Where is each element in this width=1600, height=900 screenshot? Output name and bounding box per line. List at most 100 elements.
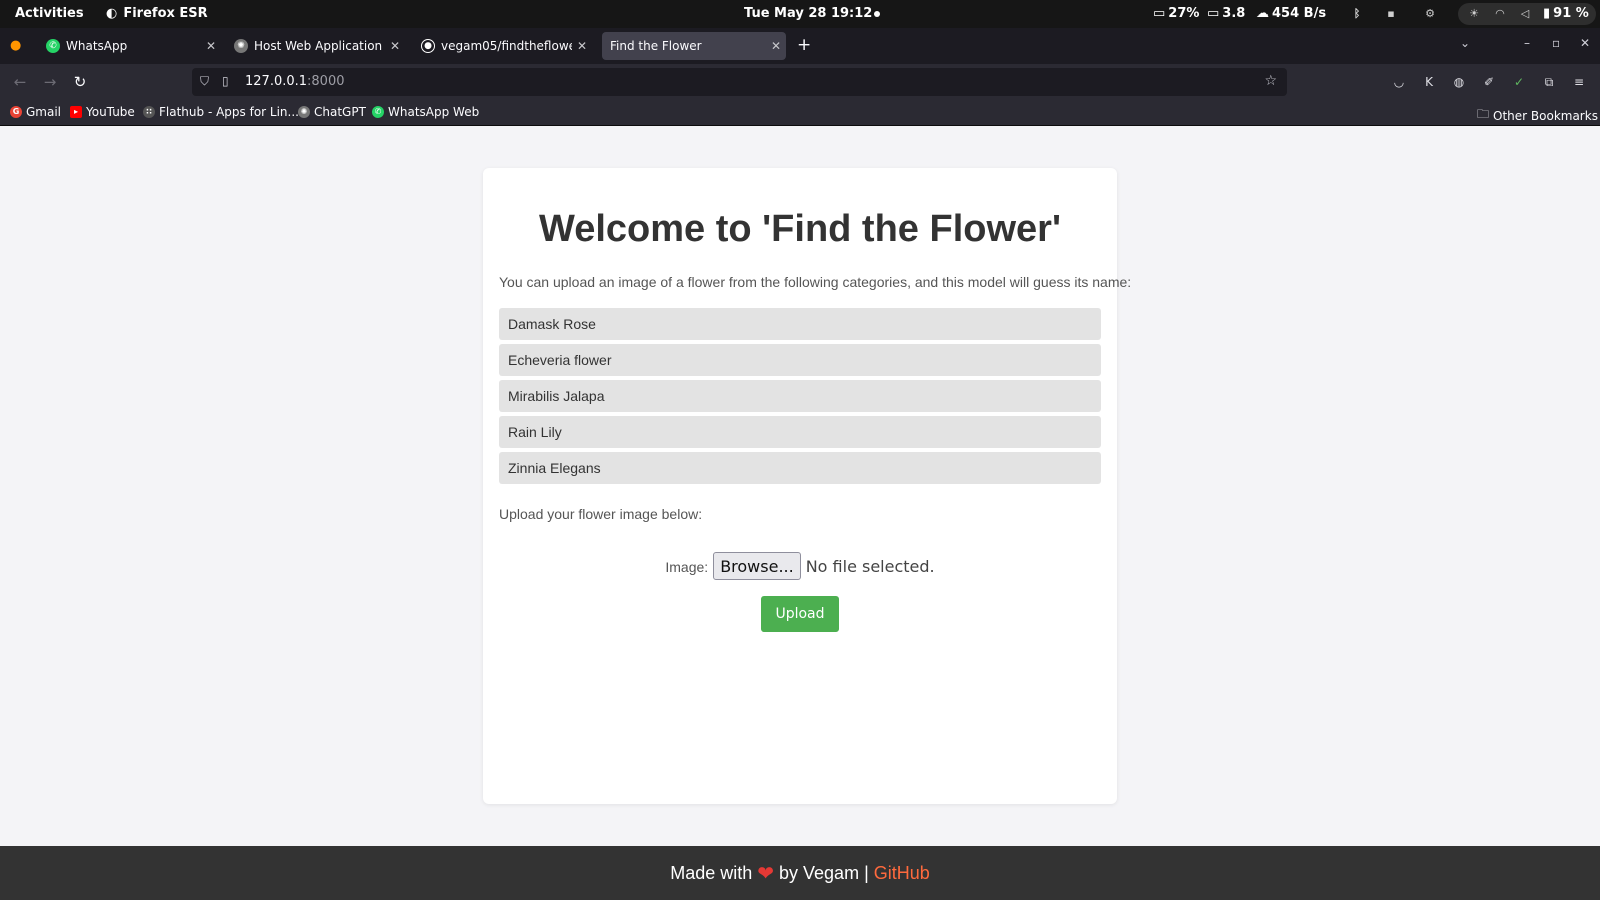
wifi-icon: ◠ — [1495, 7, 1505, 20]
tab-title: Host Web Application Gu — [254, 39, 385, 53]
brightness-icon: ☀ — [1469, 7, 1479, 20]
bookmark-gmail[interactable]: G Gmail — [10, 105, 61, 119]
url-bar[interactable]: ⛉ ▯ 127.0.0.1:8000 ☆ — [192, 68, 1287, 96]
minimize-icon[interactable]: – — [1524, 36, 1530, 50]
cpu-icon: ▭ — [1153, 6, 1166, 21]
tab-title: WhatsApp — [66, 39, 128, 53]
tab-strip: ● ✆ WhatsApp ✕ ✺ Host Web Application Gu… — [0, 28, 1600, 64]
tab-github-repo[interactable]: ● vegam05/findtheflower: / ✕ — [413, 32, 592, 60]
system-top-bar: Activities ◐ Firefox ESR Tue May 28 19:1… — [0, 0, 1600, 28]
footer-by: by Vegam | — [779, 862, 869, 883]
tab-title: Find the Flower — [610, 39, 702, 53]
url-host: 127.0.0.1 — [245, 74, 308, 89]
clock[interactable]: Tue May 28 19:12 — [744, 6, 872, 21]
bookmark-label: Gmail — [26, 105, 62, 119]
extension-green-icon[interactable]: ✓ — [1511, 74, 1527, 90]
app-menu[interactable]: ◐ Firefox ESR — [106, 6, 208, 21]
restore-icon[interactable]: ▫ — [1552, 36, 1560, 50]
globe-icon[interactable]: ◍ — [1451, 74, 1467, 90]
close-icon[interactable]: ✕ — [766, 39, 786, 53]
tab-host-web-application[interactable]: ✺ Host Web Application Gu ✕ — [226, 32, 405, 60]
bookmark-label: Flathub - Apps for Lin... — [159, 105, 299, 119]
close-icon[interactable]: ✕ — [572, 39, 592, 53]
close-icon[interactable]: ✕ — [201, 39, 221, 53]
google-icon: G — [10, 106, 22, 118]
page-icon[interactable]: ▯ — [222, 74, 229, 88]
battery-indicator: ▮ 91 % — [1543, 6, 1589, 21]
chatgpt-icon: ✺ — [234, 39, 248, 53]
upload-button[interactable]: Upload — [761, 596, 839, 632]
load-indicator[interactable]: ▭ 3.8 — [1207, 6, 1245, 21]
battery-value: 91 % — [1553, 6, 1589, 21]
intro-text: You can upload an image of a flower from… — [499, 274, 1132, 290]
cpu-value: 27% — [1168, 6, 1200, 21]
new-tab-icon[interactable]: + — [797, 35, 811, 55]
network-indicator[interactable]: ☁ 454 B/s — [1256, 6, 1326, 21]
image-label: Image: — [665, 559, 709, 575]
youtube-icon: ▸ — [70, 106, 82, 118]
bookmark-chatgpt[interactable]: ✺ ChatGPT — [298, 105, 366, 119]
whatsapp-icon: ✆ — [372, 106, 384, 118]
upload-form: Image: Browse... No file selected. — [483, 552, 1117, 580]
heart-icon: ❤ — [757, 862, 775, 885]
flower-category: Damask Rose — [499, 308, 1101, 340]
cloud-icon: ☁ — [1256, 6, 1269, 21]
github-icon: ● — [421, 39, 435, 53]
back-icon[interactable]: ← — [10, 72, 30, 92]
activities-button[interactable]: Activities — [15, 6, 84, 21]
main-card: Welcome to 'Find the Flower' You can upl… — [483, 168, 1131, 804]
notification-dot — [874, 11, 880, 17]
bookmark-label: WhatsApp Web — [388, 105, 480, 119]
firefox-view-icon[interactable]: ● — [10, 38, 21, 53]
extension-bird-icon[interactable]: ✐ — [1481, 74, 1497, 90]
other-bookmarks-label: Other Bookmarks — [1493, 108, 1598, 123]
whatsapp-icon: ✆ — [46, 39, 60, 53]
close-icon[interactable]: ✕ — [385, 39, 405, 53]
extensions-icon[interactable]: ⧉ — [1541, 74, 1557, 90]
flower-category: Mirabilis Jalapa — [499, 380, 1101, 412]
shield-icon[interactable]: ⛉ — [200, 74, 209, 89]
bookmarks-toolbar: G Gmail ▸ YouTube ∷ Flathub - Apps for Lin.… — [0, 100, 1600, 126]
firefox-icon: ◐ — [106, 6, 118, 21]
other-bookmarks[interactable]: 🗀 Other Bookmarks — [1477, 105, 1598, 126]
tab-find-the-flower[interactable]: Find the Flower ✕ — [602, 32, 786, 60]
flathub-icon: ∷ — [143, 106, 155, 118]
settings-icon[interactable]: ⚙ — [1423, 7, 1437, 21]
url-port: :8000 — [307, 74, 345, 89]
volume-icon: ◁ — [1520, 7, 1530, 20]
bookmark-label: YouTube — [86, 105, 135, 119]
bookmark-whatsapp-web[interactable]: ✆ WhatsApp Web — [372, 105, 479, 119]
app-name: Firefox ESR — [123, 6, 208, 21]
flower-category: Echeveria flower — [499, 344, 1101, 376]
page-title: Welcome to 'Find the Flower' — [539, 208, 1061, 250]
tab-whatsapp[interactable]: ✆ WhatsApp ✕ — [38, 32, 221, 60]
browse-button[interactable]: Browse... — [713, 552, 801, 580]
bluetooth-icon[interactable]: ᛒ — [1350, 7, 1364, 21]
screen-icon[interactable]: ▪ — [1384, 7, 1398, 21]
load-value: 3.8 — [1222, 6, 1246, 21]
flower-category: Zinnia Elegans — [499, 452, 1101, 484]
footer: Made with ❤ by Vegam | GitHub — [0, 846, 1600, 900]
bookmark-label: ChatGPT — [314, 105, 366, 119]
footer-made-with: Made with — [670, 862, 753, 883]
github-link[interactable]: GitHub — [874, 863, 930, 884]
cpu-indicator[interactable]: ▭ 27% — [1153, 6, 1199, 21]
bookmark-star-icon[interactable]: ☆ — [1264, 73, 1277, 89]
reload-icon[interactable]: ↻ — [70, 72, 90, 92]
battery-icon: ▮ — [1543, 6, 1551, 21]
folder-icon: 🗀 — [1477, 107, 1490, 121]
monitor-icon: ▭ — [1207, 6, 1220, 21]
url-text[interactable]: 127.0.0.1:8000 — [245, 74, 345, 89]
navigation-bar: ← → ↻ ⛉ ▯ 127.0.0.1:8000 ☆ ◡ K ◍ ✐ ✓ ⧉ ≡ — [0, 64, 1600, 100]
bookmark-youtube[interactable]: ▸ YouTube — [70, 105, 135, 119]
chatgpt-icon: ✺ — [298, 106, 310, 118]
upload-prompt: Upload your flower image below: — [499, 506, 703, 522]
menu-icon[interactable]: ≡ — [1571, 74, 1587, 90]
extension-k-icon[interactable]: K — [1421, 74, 1437, 90]
tab-title: vegam05/findtheflower: / — [441, 39, 572, 53]
forward-icon[interactable]: → — [40, 72, 60, 92]
close-window-icon[interactable]: ✕ — [1580, 36, 1590, 50]
bookmark-flathub[interactable]: ∷ Flathub - Apps for Lin... — [143, 105, 299, 119]
list-all-tabs-icon[interactable]: ⌄ — [1460, 36, 1470, 50]
pocket-icon[interactable]: ◡ — [1391, 74, 1407, 90]
